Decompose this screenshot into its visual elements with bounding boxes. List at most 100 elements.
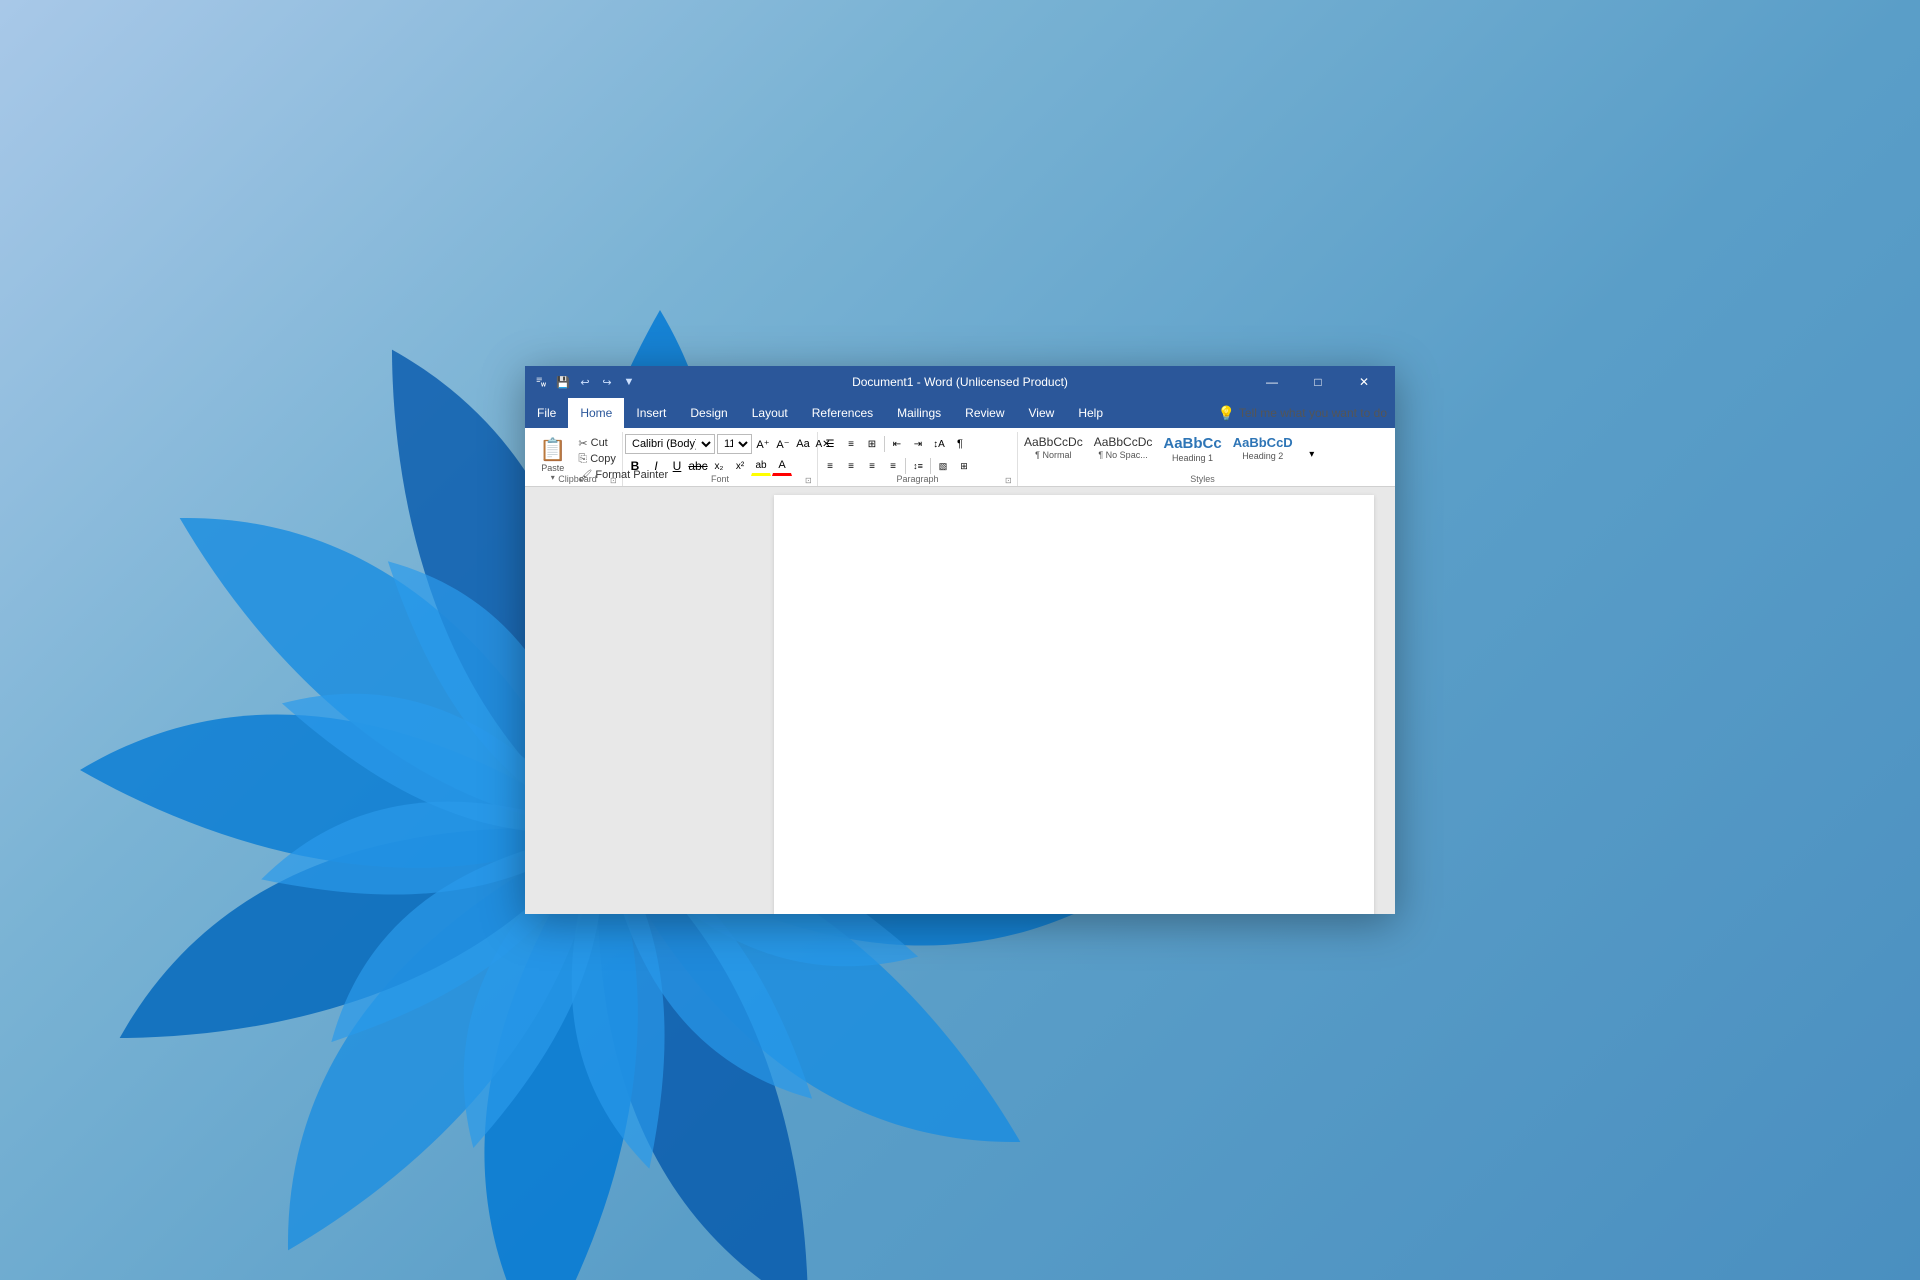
style-h2-label: Heading 2 <box>1242 451 1283 461</box>
style-normal-preview: AaBbCcDc <box>1024 435 1083 449</box>
font-row2: B I U abc x₂ x² ab A <box>625 456 832 476</box>
title-bar: W 💾 ↩ ↪ ▼ Document1 - Word (Unlicensed P… <box>525 366 1395 398</box>
paragraph-expand-icon[interactable]: ⊡ <box>1005 476 1015 486</box>
show-formatting-button[interactable]: ¶ <box>950 434 970 454</box>
bullets-button[interactable]: ☰ <box>820 434 840 454</box>
align-left-button[interactable]: ≡ <box>820 456 840 476</box>
doc-page-area[interactable] <box>753 487 1395 914</box>
close-button[interactable]: ✕ <box>1341 366 1387 398</box>
menu-design[interactable]: Design <box>678 398 739 428</box>
styles-row: AaBbCcDc ¶ Normal AaBbCcDc ¶ No Spac... … <box>1020 432 1322 476</box>
menu-references[interactable]: References <box>800 398 885 428</box>
style-h1-label: Heading 1 <box>1172 453 1213 463</box>
style-h1-preview: AaBbCc <box>1163 435 1221 452</box>
window-controls: — □ ✕ <box>1249 366 1387 398</box>
paragraph-content: ☰ ≡ ⊞ ⇤ ⇥ ↕A ¶ ≡ ≡ ≡ ≡ <box>820 432 974 476</box>
font-label: Font <box>623 474 817 486</box>
tell-me-text: Tell me what you want to do <box>1239 406 1387 420</box>
menu-view[interactable]: View <box>1017 398 1067 428</box>
paragraph-label: Paragraph <box>818 474 1017 486</box>
paste-icon: 📋 <box>539 437 566 463</box>
style-h2-button[interactable]: AaBbCcD Heading 2 <box>1229 432 1297 476</box>
font-grow-button[interactable]: A⁺ <box>754 435 772 453</box>
style-normal-button[interactable]: AaBbCcDc ¶ Normal <box>1020 432 1087 476</box>
separator2 <box>905 458 906 474</box>
italic-button[interactable]: I <box>646 456 666 476</box>
window-title: Document1 - Word (Unlicensed Product) <box>852 375 1068 389</box>
clipboard-group: 📋 Paste ▾ ✂ Cut ⎘ Copy <box>533 432 623 486</box>
cut-icon: ✂ <box>578 437 587 450</box>
menu-insert[interactable]: Insert <box>624 398 678 428</box>
title-bar-left: W 💾 ↩ ↪ ▼ <box>533 374 637 390</box>
decrease-indent-button[interactable]: ⇤ <box>887 434 907 454</box>
undo-button[interactable]: ↩ <box>577 374 593 390</box>
superscript-button[interactable]: x² <box>730 456 750 476</box>
subscript-button[interactable]: x₂ <box>709 456 729 476</box>
font-expand-icon[interactable]: ⊡ <box>805 476 815 486</box>
borders-button[interactable]: ⊞ <box>954 456 974 476</box>
increase-indent-button[interactable]: ⇥ <box>908 434 928 454</box>
svg-text:W: W <box>541 382 546 388</box>
styles-more-button[interactable]: ▾ <box>1302 444 1322 464</box>
clipboard-label: Clipboard <box>533 474 622 486</box>
multilevel-list-button[interactable]: ⊞ <box>862 434 882 454</box>
style-nospace-preview: AaBbCcDc <box>1094 435 1153 449</box>
text-highlight-button[interactable]: ab <box>751 456 771 476</box>
style-h2-preview: AaBbCcD <box>1233 435 1293 450</box>
style-normal-label: ¶ Normal <box>1035 450 1071 460</box>
line-spacing-button[interactable]: ↕≡ <box>908 456 928 476</box>
redo-button[interactable]: ↪ <box>599 374 615 390</box>
minimize-button[interactable]: — <box>1249 366 1295 398</box>
word-window: W 💾 ↩ ↪ ▼ Document1 - Word (Unlicensed P… <box>525 366 1395 914</box>
lightbulb-icon: 💡 <box>1217 405 1234 422</box>
cut-label: Cut <box>591 437 608 449</box>
align-center-button[interactable]: ≡ <box>841 456 861 476</box>
clipboard-expand-icon[interactable]: ⊡ <box>610 476 620 486</box>
style-h1-button[interactable]: AaBbCc Heading 1 <box>1159 432 1225 476</box>
paragraph-group: ☰ ≡ ⊞ ⇤ ⇥ ↕A ¶ ≡ ≡ ≡ ≡ <box>818 432 1018 486</box>
font-case-button[interactable]: Aa <box>794 435 812 453</box>
bold-button[interactable]: B <box>625 456 645 476</box>
menu-layout[interactable]: Layout <box>740 398 800 428</box>
menu-file[interactable]: File <box>525 398 568 428</box>
sidebar-ruler <box>525 487 753 914</box>
underline-button[interactable]: U <box>667 456 687 476</box>
customize-qat-button[interactable]: ▼ <box>621 374 637 390</box>
menu-help[interactable]: Help <box>1066 398 1115 428</box>
para-row2: ≡ ≡ ≡ ≡ ↕≡ ▧ ⊞ <box>820 456 974 476</box>
font-group: Calibri (Body) 11 A⁺ A⁻ Aa A✕ B I U <box>623 432 818 486</box>
font-color-button[interactable]: A <box>772 456 792 476</box>
style-nospace-button[interactable]: AaBbCcDc ¶ No Spac... <box>1090 432 1157 476</box>
font-row1: Calibri (Body) 11 A⁺ A⁻ Aa A✕ <box>625 434 832 454</box>
menu-mailings[interactable]: Mailings <box>885 398 953 428</box>
copy-icon: ⎘ <box>578 453 587 466</box>
font-shrink-button[interactable]: A⁻ <box>774 435 792 453</box>
menu-home[interactable]: Home <box>568 398 624 428</box>
ribbon: 📋 Paste ▾ ✂ Cut ⎘ Copy <box>525 428 1395 487</box>
font-name-select[interactable]: Calibri (Body) <box>625 434 715 454</box>
style-nospace-label: ¶ No Spac... <box>1098 450 1147 460</box>
shading-button[interactable]: ▧ <box>933 456 953 476</box>
document-page[interactable] <box>774 495 1374 914</box>
document-area <box>525 487 1395 914</box>
ribbon-row: 📋 Paste ▾ ✂ Cut ⎘ Copy <box>533 432 1387 486</box>
save-button[interactable]: 💾 <box>555 374 571 390</box>
sort-button[interactable]: ↕A <box>929 434 949 454</box>
font-size-select[interactable]: 11 <box>717 434 752 454</box>
justify-button[interactable]: ≡ <box>883 456 903 476</box>
menu-bar: File Home Insert Design Layout Reference… <box>525 398 1395 428</box>
numbering-button[interactable]: ≡ <box>841 434 861 454</box>
menu-review[interactable]: Review <box>953 398 1016 428</box>
paste-label: Paste <box>541 463 564 473</box>
align-right-button[interactable]: ≡ <box>862 456 882 476</box>
styles-label: Styles <box>1018 474 1387 486</box>
strikethrough-button[interactable]: abc <box>688 456 708 476</box>
para-row1: ☰ ≡ ⊞ ⇤ ⇥ ↕A ¶ <box>820 434 974 454</box>
separator3 <box>930 458 931 474</box>
word-app-icon: W <box>533 374 549 390</box>
styles-group: AaBbCcDc ¶ Normal AaBbCcDc ¶ No Spac... … <box>1018 432 1387 486</box>
separator1 <box>884 436 885 452</box>
copy-label: Copy <box>590 453 616 465</box>
maximize-button[interactable]: □ <box>1295 366 1341 398</box>
tell-me-bar[interactable]: 💡 Tell me what you want to do <box>1209 398 1395 428</box>
